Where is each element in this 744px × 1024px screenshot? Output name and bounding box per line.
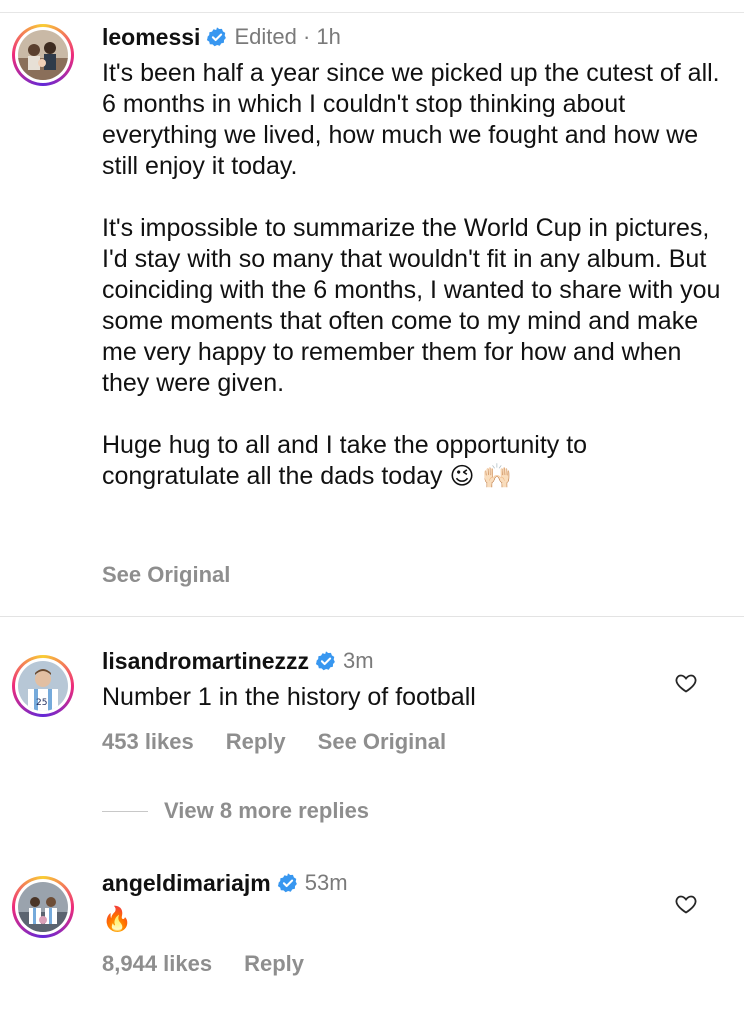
avatar-photo (18, 882, 68, 932)
view-more-replies-label: View 8 more replies (164, 798, 370, 823)
comment-header: lisandromartinezzz 3m (102, 646, 374, 676)
post-header: leomessi Edited · 1h (102, 22, 341, 52)
post-username[interactable]: leomessi (102, 24, 200, 51)
reply-button[interactable]: Reply (226, 729, 286, 755)
caption-text: It's been half a year since we picked up… (102, 58, 722, 492)
comment-actions: 453 likes Reply See Original (102, 729, 478, 755)
view-more-replies-button[interactable]: View 8 more replies (102, 798, 369, 824)
like-count[interactable]: 453 likes (102, 729, 194, 755)
comment-time: 53m (304, 870, 348, 895)
reply-button[interactable]: Reply (244, 951, 304, 977)
caption-paragraph-3: Huge hug to all and I take the opportuni… (102, 430, 722, 492)
wink-hands-emoji: 😉 🙌🏻 (449, 462, 512, 490)
avatar[interactable] (12, 24, 74, 86)
top-divider (0, 12, 744, 13)
caption-paragraph-3-text: Huge hug to all and I take the opportuni… (102, 431, 588, 490)
verified-badge-icon (315, 650, 337, 672)
see-original-button[interactable]: See Original (318, 729, 446, 755)
comment-text: Number 1 in the history of football (102, 683, 476, 711)
comment-text: 🔥 (102, 904, 722, 935)
heart-icon[interactable] (674, 892, 698, 916)
comment-username[interactable]: lisandromartinezzz (102, 648, 309, 675)
view-more-line (102, 810, 148, 812)
comment-header: angeldimariajm 53m (102, 868, 348, 898)
heart-icon[interactable] (674, 671, 698, 695)
divider (0, 616, 744, 617)
svg-text:25: 25 (36, 698, 47, 708)
avatar[interactable] (12, 876, 74, 938)
avatar[interactable]: 25 (12, 655, 74, 717)
comment-time: 3m (343, 648, 374, 673)
avatar-photo: 25 (18, 661, 68, 711)
like-count[interactable]: 8,944 likes (102, 951, 212, 977)
verified-badge-icon (277, 872, 299, 894)
caption-paragraph-1: It's been half a year since we picked up… (102, 59, 720, 180)
fire-emoji: 🔥 (102, 905, 132, 933)
comment-username[interactable]: angeldimariajm (102, 870, 271, 897)
verified-badge-icon (206, 26, 228, 48)
see-original-button[interactable]: See Original (102, 562, 230, 588)
comment-actions: 8,944 likes Reply (102, 951, 336, 977)
avatar-photo (18, 30, 68, 80)
caption-paragraph-2: It's impossible to summarize the World C… (102, 214, 721, 397)
post-edited-time: Edited · 1h (234, 24, 341, 49)
